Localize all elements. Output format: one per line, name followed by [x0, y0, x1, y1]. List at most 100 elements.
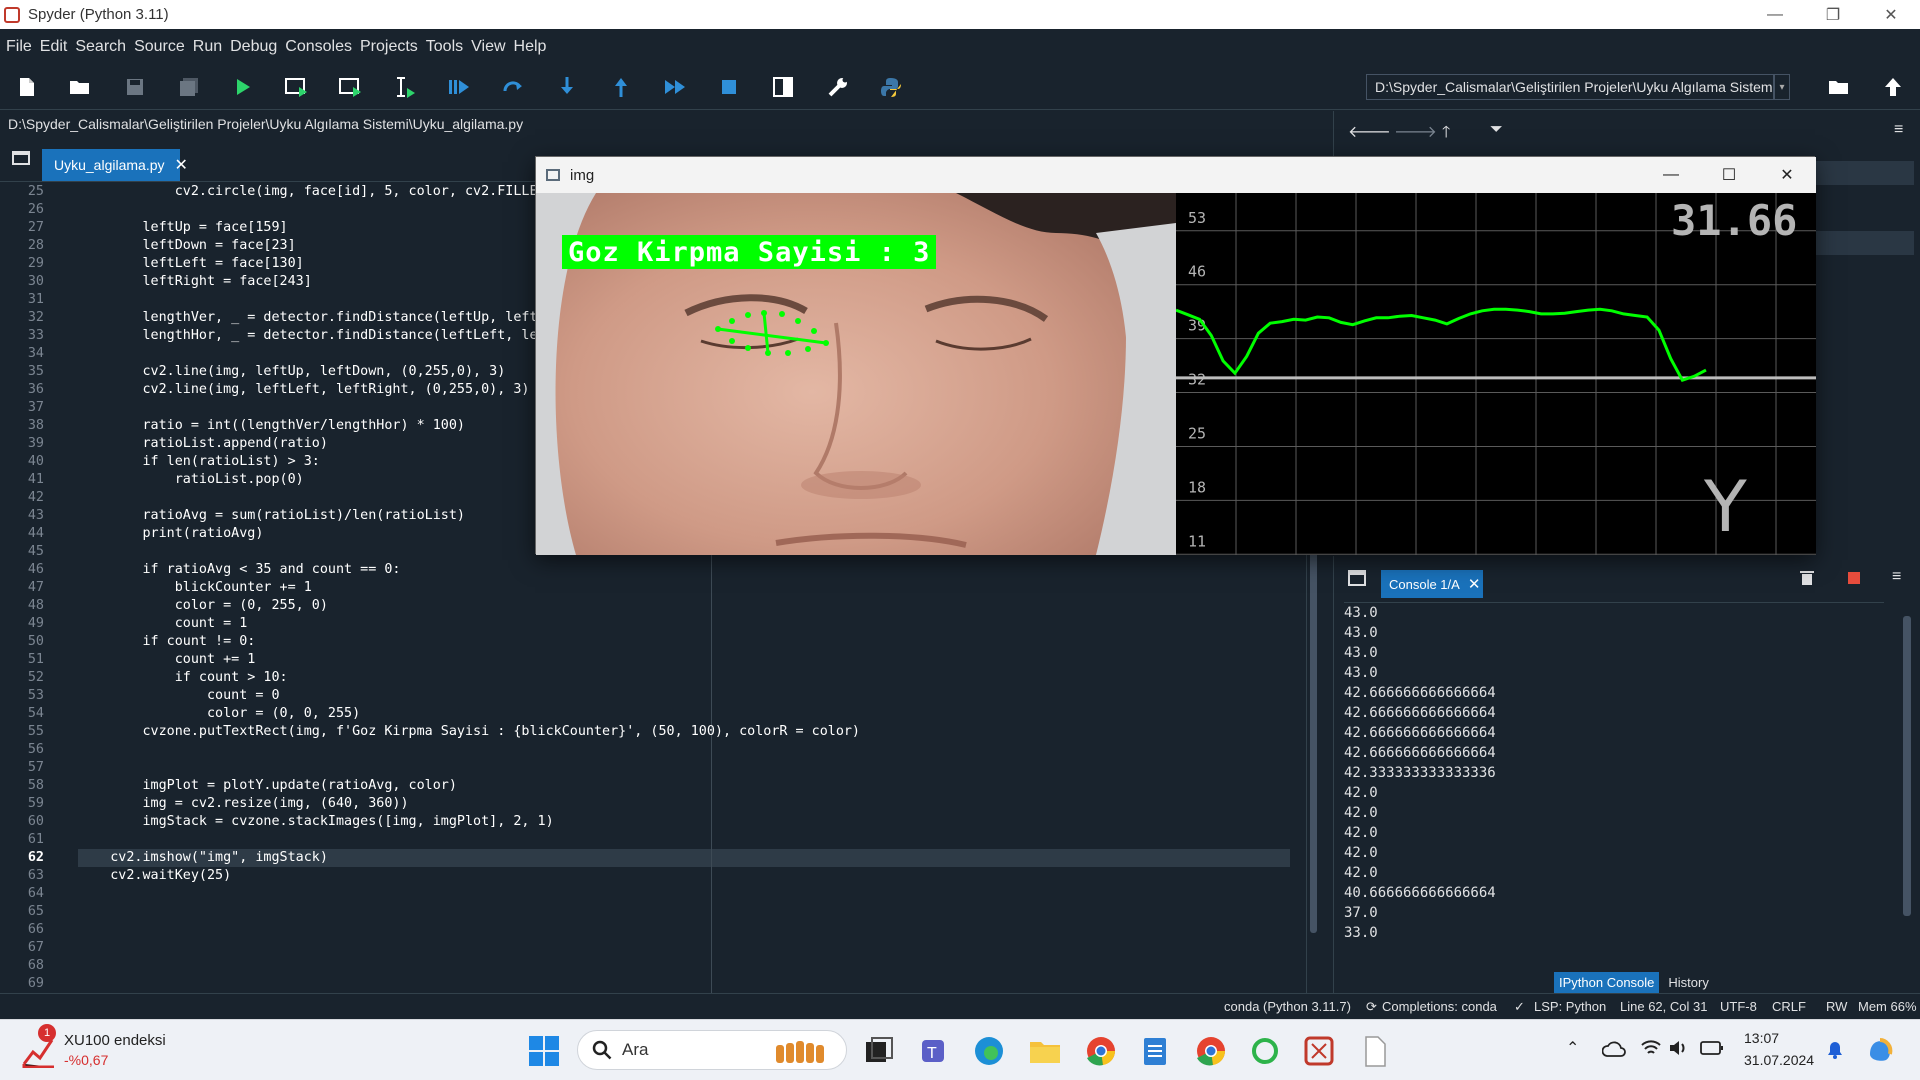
code-line[interactable]: imgPlot = plotY.update(ratioAvg, color): [78, 777, 1308, 795]
code-line[interactable]: cvzone.putTextRect(img, f'Goz Kirpma Say…: [78, 723, 1308, 741]
refresh-app-icon[interactable]: [1248, 1034, 1282, 1068]
code-line[interactable]: cv2.imshow("img", imgStack): [78, 849, 1308, 867]
up-arrow-icon[interactable]: 🡑: [1442, 121, 1450, 148]
menu-debug[interactable]: Debug: [230, 38, 277, 56]
run-cell-advance-icon[interactable]: [338, 74, 364, 100]
img-close-button[interactable]: ✕: [1758, 157, 1816, 193]
stop-console-icon[interactable]: [1848, 572, 1860, 584]
windows-start-icon[interactable]: [527, 1034, 561, 1068]
menu-run[interactable]: Run: [193, 38, 222, 56]
tab-ipython-console[interactable]: IPython Console: [1554, 972, 1660, 993]
console-scrollbar[interactable]: [1900, 606, 1914, 936]
code-line[interactable]: imgStack = cvzone.stackImages([img, imgP…: [78, 813, 1308, 831]
copilot-icon[interactable]: [1866, 1034, 1896, 1064]
code-line[interactable]: cv2.waitKey(25): [78, 867, 1308, 885]
notepad-icon[interactable]: [1138, 1034, 1172, 1068]
status-env[interactable]: conda (Python 3.11.7): [1224, 999, 1351, 1014]
code-line[interactable]: [78, 921, 1308, 939]
step-return-icon[interactable]: [608, 74, 634, 100]
code-line[interactable]: img = cv2.resize(img, (640, 360)): [78, 795, 1308, 813]
minimize-button[interactable]: —: [1746, 0, 1804, 29]
menu-file[interactable]: File: [6, 38, 32, 56]
volume-icon[interactable]: [1668, 1038, 1690, 1058]
chrome-icon[interactable]: [1084, 1034, 1118, 1068]
code-line[interactable]: [78, 759, 1308, 777]
onedrive-icon[interactable]: [1602, 1040, 1626, 1058]
save-icon[interactable]: [122, 74, 148, 100]
status-completions[interactable]: Completions: conda: [1382, 999, 1497, 1014]
tab-history[interactable]: History: [1663, 972, 1713, 993]
code-line[interactable]: [78, 957, 1308, 975]
step-into-icon[interactable]: [554, 74, 580, 100]
file-icon[interactable]: [1358, 1034, 1392, 1068]
menu-tools[interactable]: Tools: [426, 38, 463, 56]
continue-icon[interactable]: [662, 74, 688, 100]
wifi-icon[interactable]: [1640, 1038, 1662, 1058]
options-menu-icon[interactable]: ≡: [1892, 568, 1901, 586]
menu-view[interactable]: View: [471, 38, 505, 56]
menu-edit[interactable]: Edit: [40, 38, 68, 56]
code-line[interactable]: color = (0, 255, 0): [78, 597, 1308, 615]
code-line[interactable]: count += 1: [78, 651, 1308, 669]
code-line[interactable]: count = 1: [78, 615, 1308, 633]
img-minimize-button[interactable]: —: [1642, 157, 1700, 193]
step-over-icon[interactable]: [500, 74, 526, 100]
menu-source[interactable]: Source: [134, 38, 185, 56]
stop-icon[interactable]: [716, 74, 742, 100]
parent-directory-icon[interactable]: [1880, 74, 1906, 100]
code-line[interactable]: blickCounter += 1: [78, 579, 1308, 597]
stock-name[interactable]: XU100 endeksi: [64, 1032, 166, 1049]
code-line[interactable]: [78, 741, 1308, 759]
menu-search[interactable]: Search: [75, 38, 126, 56]
teams-icon[interactable]: T: [918, 1034, 952, 1068]
chevron-down-icon[interactable]: ▾: [1774, 74, 1790, 100]
editor-tab-active[interactable]: Uyku_algilama.py ✕: [42, 149, 188, 181]
browse-folder-icon[interactable]: [1826, 74, 1852, 100]
menu-projects[interactable]: Projects: [360, 38, 418, 56]
trash-icon[interactable]: [1800, 570, 1814, 586]
run-cell-icon[interactable]: [284, 74, 310, 100]
notification-bell-icon[interactable]: [1826, 1040, 1844, 1060]
browse-tabs-icon[interactable]: [1348, 570, 1366, 586]
python-path-icon[interactable]: [878, 74, 904, 100]
close-tab-icon[interactable]: ✕: [175, 155, 188, 175]
file-explorer-icon[interactable]: [1028, 1034, 1062, 1068]
console-output[interactable]: 43.0 43.0 43.0 43.0 42.666666666666664 42.666…: [1344, 602, 1884, 942]
chrome-profile-icon[interactable]: [1194, 1034, 1228, 1068]
preferences-icon[interactable]: [824, 74, 850, 100]
console-tab-active[interactable]: Console 1/A ✕: [1381, 570, 1483, 598]
code-line[interactable]: [78, 885, 1308, 903]
code-line[interactable]: count = 0: [78, 687, 1308, 705]
code-line[interactable]: [78, 939, 1308, 957]
run-icon[interactable]: [230, 74, 256, 100]
spyder-taskbar-icon[interactable]: [1302, 1034, 1336, 1068]
maximize-button[interactable]: ❐: [1804, 0, 1862, 29]
task-view-icon[interactable]: [862, 1034, 896, 1068]
open-file-icon[interactable]: [67, 74, 93, 100]
save-all-icon[interactable]: [176, 74, 202, 100]
chevron-up-icon[interactable]: ⌃: [1566, 1038, 1579, 1058]
battery-icon[interactable]: [1700, 1040, 1724, 1056]
menu-help[interactable]: Help: [514, 38, 547, 56]
options-menu-icon[interactable]: ≡: [1894, 121, 1903, 139]
new-file-icon[interactable]: [14, 74, 40, 100]
code-line[interactable]: if count > 10:: [78, 669, 1308, 687]
working-directory-combo[interactable]: D:\Spyder_Calismalar\Geliştirilen Projel…: [1366, 74, 1774, 100]
code-line[interactable]: if count != 0:: [78, 633, 1308, 651]
img-maximize-button[interactable]: ☐: [1700, 157, 1758, 193]
code-line[interactable]: [78, 975, 1308, 993]
console-scrollbar-thumb[interactable]: [1903, 616, 1911, 916]
run-selection-icon[interactable]: [392, 74, 418, 100]
menu-consoles[interactable]: Consoles: [285, 38, 352, 56]
clock-date[interactable]: 31.07.2024: [1744, 1052, 1814, 1068]
code-line[interactable]: color = (0, 0, 255): [78, 705, 1308, 723]
browse-tabs-icon[interactable]: [12, 151, 30, 165]
debug-icon[interactable]: [446, 74, 472, 100]
clock-time[interactable]: 13:07: [1744, 1030, 1779, 1046]
forward-arrow-icon[interactable]: 🡒: [1394, 121, 1437, 142]
filter-icon[interactable]: ⏷: [1490, 121, 1503, 139]
back-arrow-icon[interactable]: 🡐: [1348, 121, 1391, 142]
code-line[interactable]: [78, 903, 1308, 921]
taskbar-search[interactable]: Ara: [577, 1030, 847, 1070]
code-line[interactable]: [78, 831, 1308, 849]
